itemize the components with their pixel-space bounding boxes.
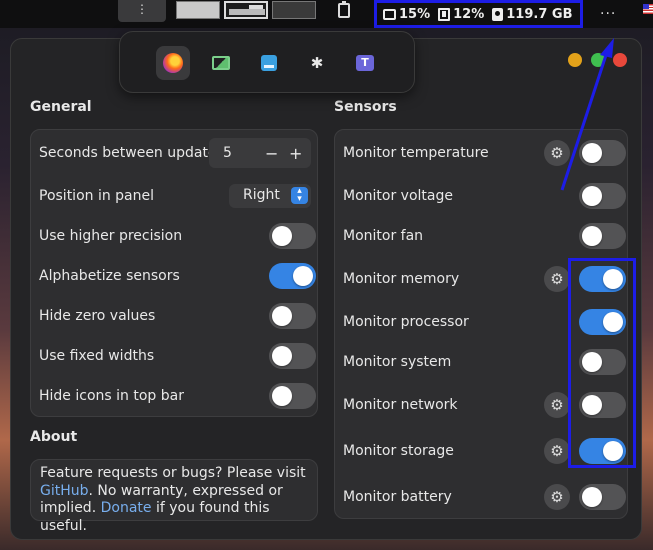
donate-link[interactable]: Donate	[101, 500, 152, 516]
update-interval-label: Seconds between updates	[39, 145, 224, 161]
sensor-toggle[interactable]	[579, 140, 626, 166]
update-interval-spinner[interactable]: 5 − +	[209, 138, 311, 168]
sensors-section-title: Sensors	[334, 99, 397, 115]
sensor-label: Monitor storage	[343, 443, 454, 459]
higher-precision-row: Use higher precision	[31, 216, 317, 256]
activities-menu-button[interactable]: ⋮	[118, 0, 166, 22]
teams-app-button[interactable]: T	[348, 46, 382, 80]
sensor-label: Monitor network	[343, 397, 458, 413]
memory-icon	[438, 7, 451, 21]
sensor-row: Monitor battery ⚙	[335, 477, 627, 517]
sensor-settings-gear-icon[interactable]: ⚙	[544, 140, 570, 166]
hide-zero-toggle[interactable]	[269, 303, 316, 329]
position-row: Position in panel Right ▴ ▾	[31, 176, 317, 216]
update-interval-row: Seconds between updates 5 − +	[31, 133, 317, 173]
position-label: Position in panel	[39, 188, 155, 204]
more-indicator-button[interactable]: ...	[600, 2, 616, 18]
hide-zero-row: Hide zero values	[31, 296, 317, 336]
sensor-toggle[interactable]	[579, 484, 626, 510]
clipboard-icon[interactable]	[338, 1, 350, 18]
sensor-label: Monitor processor	[343, 314, 469, 330]
drive-icon	[261, 55, 277, 71]
firefox-app-button[interactable]	[156, 46, 190, 80]
teams-icon: T	[356, 55, 374, 71]
general-section-title: General	[30, 99, 92, 115]
close-button[interactable]	[613, 53, 627, 67]
storage-value: 119.7 GB	[506, 6, 573, 22]
sensor-row: Monitor fan	[335, 216, 627, 256]
sensor-label: Monitor fan	[343, 228, 424, 244]
update-interval-value[interactable]: 5	[223, 145, 232, 161]
workspace-thumbnail-1[interactable]	[176, 1, 220, 19]
higher-precision-toggle[interactable]	[269, 223, 316, 249]
sensor-label: Monitor temperature	[343, 145, 489, 161]
higher-precision-label: Use higher precision	[39, 228, 183, 244]
hide-icons-toggle[interactable]	[269, 383, 316, 409]
sensor-settings-gear-icon[interactable]: ⚙	[544, 484, 570, 510]
image-icon	[212, 56, 230, 70]
maximize-button[interactable]	[591, 53, 605, 67]
memory-value: 12%	[453, 6, 485, 22]
workspace-thumbnail-3[interactable]	[272, 1, 316, 19]
sensor-toggle[interactable]	[579, 223, 626, 249]
fixed-widths-toggle[interactable]	[269, 343, 316, 369]
image-viewer-app-button[interactable]	[204, 46, 238, 80]
github-link[interactable]: GitHub	[40, 483, 89, 499]
cpu-value: 15%	[399, 6, 431, 22]
sensor-label: Monitor battery	[343, 489, 452, 505]
cpu-icon	[383, 8, 396, 20]
workspace-thumbnail-2[interactable]	[224, 1, 268, 19]
about-card: Feature requests or bugs? Please visit G…	[30, 459, 318, 534]
general-card: Seconds between updates 5 − + Position i…	[30, 129, 318, 417]
annotation-highlight-box	[568, 258, 636, 468]
slack-icon: ✱	[310, 54, 324, 72]
sensor-label: Monitor memory	[343, 271, 460, 287]
sensor-settings-gear-icon[interactable]: ⚙	[544, 266, 570, 292]
firefox-icon	[163, 53, 183, 73]
sensor-settings-gear-icon[interactable]: ⚙	[544, 438, 570, 464]
decrement-button[interactable]: −	[265, 144, 278, 163]
alphabetize-label: Alphabetize sensors	[39, 268, 180, 284]
sensors-indicator[interactable]: 15% 12% 119.7 GB	[374, 0, 583, 28]
hide-zero-label: Hide zero values	[39, 308, 156, 324]
sensor-row: Monitor voltage	[335, 176, 627, 216]
sensor-toggle[interactable]	[579, 183, 626, 209]
about-text: Feature requests or bugs? Please visit G…	[40, 465, 306, 534]
position-value: Right	[243, 187, 280, 203]
storage-icon	[492, 7, 504, 21]
alphabetize-row: Alphabetize sensors	[31, 256, 317, 296]
hide-icons-label: Hide icons in top bar	[39, 388, 184, 404]
sensor-settings-gear-icon[interactable]: ⚙	[544, 392, 570, 418]
slack-app-button[interactable]: ✱	[300, 46, 334, 80]
fixed-widths-label: Use fixed widths	[39, 348, 155, 364]
us-flag-icon[interactable]	[643, 4, 653, 14]
preferences-window: General Seconds between updates 5 − + Po…	[10, 38, 642, 540]
fixed-widths-row: Use fixed widths	[31, 336, 317, 376]
position-dropdown[interactable]: Right ▴ ▾	[229, 184, 311, 208]
sensor-label: Monitor system	[343, 354, 452, 370]
alphabetize-toggle[interactable]	[269, 263, 316, 289]
hide-icons-row: Hide icons in top bar	[31, 376, 317, 416]
top-bar: ⋮ 15% 12% 119.7 GB ...	[0, 0, 653, 28]
chevron-up-down-icon: ▴ ▾	[291, 187, 308, 204]
minimize-button[interactable]	[568, 53, 582, 67]
app-dock: ✱ T	[119, 31, 415, 93]
sensor-label: Monitor voltage	[343, 188, 453, 204]
increment-button[interactable]: +	[289, 144, 302, 163]
about-section-title: About	[30, 429, 78, 445]
drive-app-button[interactable]	[252, 46, 286, 80]
sensor-row: Monitor temperature ⚙	[335, 133, 627, 173]
